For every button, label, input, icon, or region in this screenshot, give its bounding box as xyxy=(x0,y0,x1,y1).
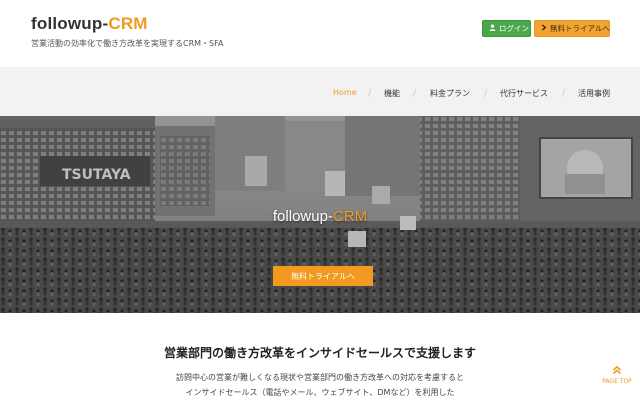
logo-prefix: followup- xyxy=(31,14,109,33)
site-logo[interactable]: followup-CRM xyxy=(31,14,148,34)
nav-item-pricing[interactable]: 料金プラン xyxy=(430,88,470,99)
user-icon xyxy=(489,24,496,33)
hero-title: followup-CRM xyxy=(0,208,640,225)
nav-separator xyxy=(412,89,417,97)
section-text-line: 訪問中心の営業が難しくなる現状や営業部門の働き方改革への対応を考慮すると xyxy=(176,373,464,382)
nav-separator xyxy=(367,89,372,97)
hero-trial-button[interactable]: 無料トライアルへ xyxy=(273,266,373,286)
double-chevron-up-icon xyxy=(598,365,636,376)
hero-section: TSUTAYA followup-CRM 無料トライアルへ xyxy=(0,116,640,313)
login-label: ログイン xyxy=(499,24,529,33)
nav-item-home[interactable]: Home xyxy=(333,88,357,97)
header-trial-button[interactable]: 無料トライアルへ xyxy=(534,20,610,37)
page-top-button[interactable]: PAGE TOP xyxy=(598,365,636,385)
hero-title-accent: CRM xyxy=(332,208,368,225)
hero-title-prefix: followup- xyxy=(272,208,333,225)
section-text-line: インサイドセールス（電話やメール、ウェブサイト、DMなど）を利用した xyxy=(185,388,455,397)
login-button[interactable]: ログイン xyxy=(482,20,531,37)
page-top-label: PAGE TOP xyxy=(602,378,632,385)
logo-accent: CRM xyxy=(108,14,148,33)
site-tagline: 営業活動の効率化で働き方改革を実現するCRM・SFA xyxy=(31,39,224,48)
chevron-right-icon xyxy=(541,24,547,33)
section-title: 営業部門の働き方改革をインサイドセールスで支援します xyxy=(163,346,476,360)
nav-item-features[interactable]: 機能 xyxy=(384,88,400,99)
main-nav: Home 機能 料金プラン 代行サービス 活用事例 xyxy=(0,67,640,116)
nav-separator xyxy=(561,89,566,97)
nav-separator xyxy=(483,89,488,97)
site-header: followup-CRM 営業活動の効率化で働き方改革を実現するCRM・SFA … xyxy=(0,0,640,67)
nav-item-case-studies[interactable]: 活用事例 xyxy=(578,88,610,99)
nav-item-agency-service[interactable]: 代行サービス xyxy=(500,88,548,99)
header-trial-label: 無料トライアルへ xyxy=(550,24,610,33)
